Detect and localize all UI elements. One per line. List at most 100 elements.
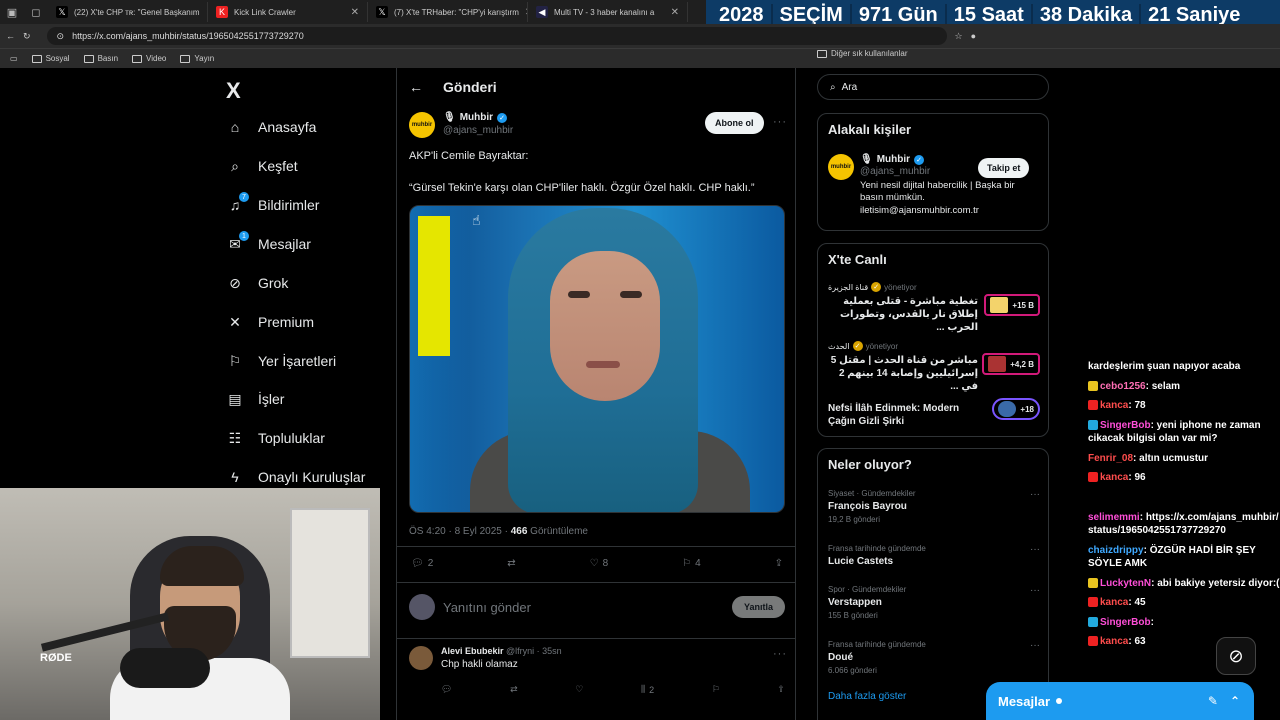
nav-jobs[interactable]: ▤ İşler	[226, 388, 284, 410]
person-face	[550, 251, 660, 401]
more-icon[interactable]: ···	[1030, 544, 1040, 555]
comment-item[interactable]: Alevi Ebubekir @lfryni · 35sn Chp hakli …	[409, 646, 562, 670]
live-listeners[interactable]: +4,2 B	[982, 353, 1040, 375]
browser-tab-3[interactable]: 𝕏 (7) X'te TRHaber: "CHP'yi karıştırm ✕	[368, 2, 528, 22]
post-image[interactable]	[409, 205, 785, 513]
nav-messages[interactable]: ✉ 1 Mesajlar	[226, 231, 311, 255]
reply-submit-button[interactable]: Yanıtla	[731, 596, 785, 618]
site-info-icon[interactable]: ⊙	[57, 31, 65, 42]
comment-actions: 💬︎ ⇄ ♡ ⫼ 2 ⚐ ⇪	[441, 684, 785, 695]
avatar[interactable]	[409, 646, 433, 670]
author-name[interactable]: Muhbir	[460, 112, 493, 123]
nav-explore[interactable]: ⌕ Keşfet	[226, 155, 298, 177]
trend-count: 19,2 B gönderi	[828, 515, 881, 524]
nav-bookmarks[interactable]: ⚐ Yer İşaretleri	[226, 350, 336, 372]
browser-tab-1[interactable]: 𝕏 (22) X'te CHP ᴛʀ: "Genel Başkanım ✕	[48, 2, 208, 22]
share-button[interactable]: ⇪	[775, 558, 783, 569]
trend-name: Lucie Castets	[828, 556, 894, 567]
host-role: yönetiyor	[865, 341, 899, 351]
reply-input[interactable]: Yanıtını gönder	[443, 600, 531, 615]
nav-communities[interactable]: ☷ Topluluklar	[226, 427, 325, 449]
close-icon[interactable]: ✕	[351, 7, 359, 18]
heart-icon[interactable]: ♡	[575, 684, 583, 695]
profile-avatar[interactable]: ●	[971, 31, 976, 41]
bookmark-folder-basin[interactable]: Basın	[83, 54, 118, 63]
repost-icon[interactable]: ⇄	[510, 684, 518, 695]
badge-icon	[1088, 616, 1098, 627]
like-button[interactable]: ♡ 8	[590, 558, 609, 569]
repost-button[interactable]: ⇄	[507, 558, 515, 569]
subscribe-button[interactable]: Abone ol	[705, 112, 764, 134]
tab-label: (22) X'te CHP ᴛʀ: "Genel Başkanım	[74, 7, 200, 17]
comment-author[interactable]: Alevi Ebubekir @lfryni · 35sn	[441, 646, 562, 656]
url-field[interactable]: ⊙ https://x.com/ajans_muhbir/status/1965…	[46, 27, 947, 45]
live-title: Nefsi İlâh Edinmek: Modern Çağın Gizli Ş…	[828, 403, 960, 427]
live-item[interactable]: Nefsi İlâh Edinmek: Modern Çağın Gizli Ş…	[828, 398, 1040, 428]
x-logo[interactable]: X	[226, 78, 241, 104]
back-arrow-icon[interactable]: ←	[409, 79, 423, 95]
search-icon: ⌕	[231, 157, 239, 174]
avatar[interactable]	[409, 594, 435, 620]
avatar[interactable]: muhbir	[409, 112, 435, 138]
bg-yellow-panel	[418, 216, 450, 356]
reply-button[interactable]: 💬︎ 2	[411, 558, 433, 569]
unread-dot	[1056, 698, 1063, 704]
bookmark-icon[interactable]: ⚐	[712, 684, 720, 695]
more-icon[interactable]: ···	[1030, 489, 1040, 500]
trend-item[interactable]: Spor · Gündemdekiler Verstappen 155 B gö…	[828, 585, 1040, 620]
chevron-up-icon[interactable]: ⌃	[1230, 694, 1240, 708]
bookmark-folder-video[interactable]: Video	[132, 54, 166, 63]
workspaces-icon[interactable]: ▣	[0, 2, 24, 22]
more-icon[interactable]: ···	[1030, 640, 1040, 651]
tab-actions-icon[interactable]: ◻	[24, 2, 48, 22]
search-input[interactable]: ⌕ Ara	[817, 74, 1049, 100]
browser-tab-2[interactable]: K Kick Link Crawler ✕	[208, 2, 368, 22]
divider	[397, 638, 795, 639]
compose-icon[interactable]: ✎	[1208, 694, 1218, 708]
post-time[interactable]: ÖS 4:20 · 8 Eyl 2025 ·	[409, 526, 511, 537]
reply-icon[interactable]: 💬︎	[441, 684, 452, 695]
bookmark-folder-yayin[interactable]: Yayın	[180, 54, 214, 63]
live-item[interactable]: قناة الجزيرة ✓ yönetiyor تغطية مباشرة - قت…	[828, 282, 1040, 334]
trend-item[interactable]: Siyaset · Gündemdekiler François Bayrou …	[828, 489, 1040, 524]
share-icon[interactable]: ⇪	[777, 684, 785, 695]
close-icon[interactable]: ✕	[671, 7, 679, 18]
comment-handle: @lfryni · 35sn	[503, 646, 562, 656]
more-icon[interactable]: ···	[1030, 585, 1040, 596]
live-item[interactable]: الحدث ✓ yönetiyor مباشر من قناة الحدث | مق…	[828, 341, 1040, 393]
more-icon[interactable]: ···	[773, 116, 787, 128]
reading-icon[interactable]: ▭	[10, 54, 18, 63]
browser-tab-4[interactable]: ◀ Multi TV - 3 haber kanalını a ✕	[528, 2, 688, 22]
back-icon[interactable]: ←	[6, 31, 15, 41]
trend-item[interactable]: Fransa tarihinde gündemde Doué 6.066 gön…	[828, 640, 1040, 675]
reload-icon[interactable]: ↻	[23, 31, 31, 42]
other-bookmarks[interactable]: Diğer sık kullanılanlar	[817, 49, 1051, 58]
nav-grok[interactable]: ⊘ Grok	[226, 272, 288, 294]
live-listeners[interactable]: +15 B	[984, 294, 1040, 316]
related-name[interactable]: Muhbir	[877, 154, 910, 165]
post-author[interactable]: muhbir 🎙 Muhbir ✓ @ajans_muhbir	[409, 112, 513, 138]
show-more-link[interactable]: Daha fazla göster	[828, 691, 906, 702]
nav-home[interactable]: ⌂ Anasayfa	[226, 116, 317, 138]
post-meta: ÖS 4:20 · 8 Eyl 2025 · 466 Görüntüleme	[409, 526, 588, 537]
avatar[interactable]: muhbir	[828, 154, 854, 180]
extensions-icon[interactable]: ☆	[955, 31, 963, 42]
briefcase-icon: ▤	[228, 390, 242, 407]
chat-message: SingerBob: yeni iphone ne zaman cikacak …	[1088, 419, 1261, 444]
live-listeners[interactable]: +18	[992, 398, 1040, 420]
chat-text: 45	[1134, 597, 1146, 608]
nav-notifications[interactable]: ♫ 7 Bildirimler	[226, 192, 319, 216]
mouse-cursor-icon: ☝	[472, 212, 481, 228]
bookmark-folder-sosyal[interactable]: Sosyal	[31, 54, 70, 63]
channel-logo-icon	[988, 356, 1007, 372]
messages-drawer[interactable]: Mesajlar ✎ ⌃	[986, 682, 1254, 720]
bookmark-button[interactable]: ⚐ 4	[682, 558, 701, 569]
post-column: ← Gönderi muhbir 🎙 Muhbir ✓ @ajans_muhbir …	[396, 68, 796, 720]
views-button[interactable]: ⫼ 2	[641, 684, 654, 695]
more-icon[interactable]: ···	[773, 648, 787, 660]
follow-button[interactable]: Takip et	[978, 158, 1030, 178]
nav-verified-orgs[interactable]: ϟ Onaylı Kuruluşlar	[226, 466, 365, 488]
nav-premium[interactable]: ✕ Premium	[226, 311, 314, 333]
trend-item[interactable]: Fransa tarihinde gündemde Lucie Castets …	[828, 544, 1040, 567]
grok-button[interactable]: ⊘	[1216, 637, 1256, 675]
